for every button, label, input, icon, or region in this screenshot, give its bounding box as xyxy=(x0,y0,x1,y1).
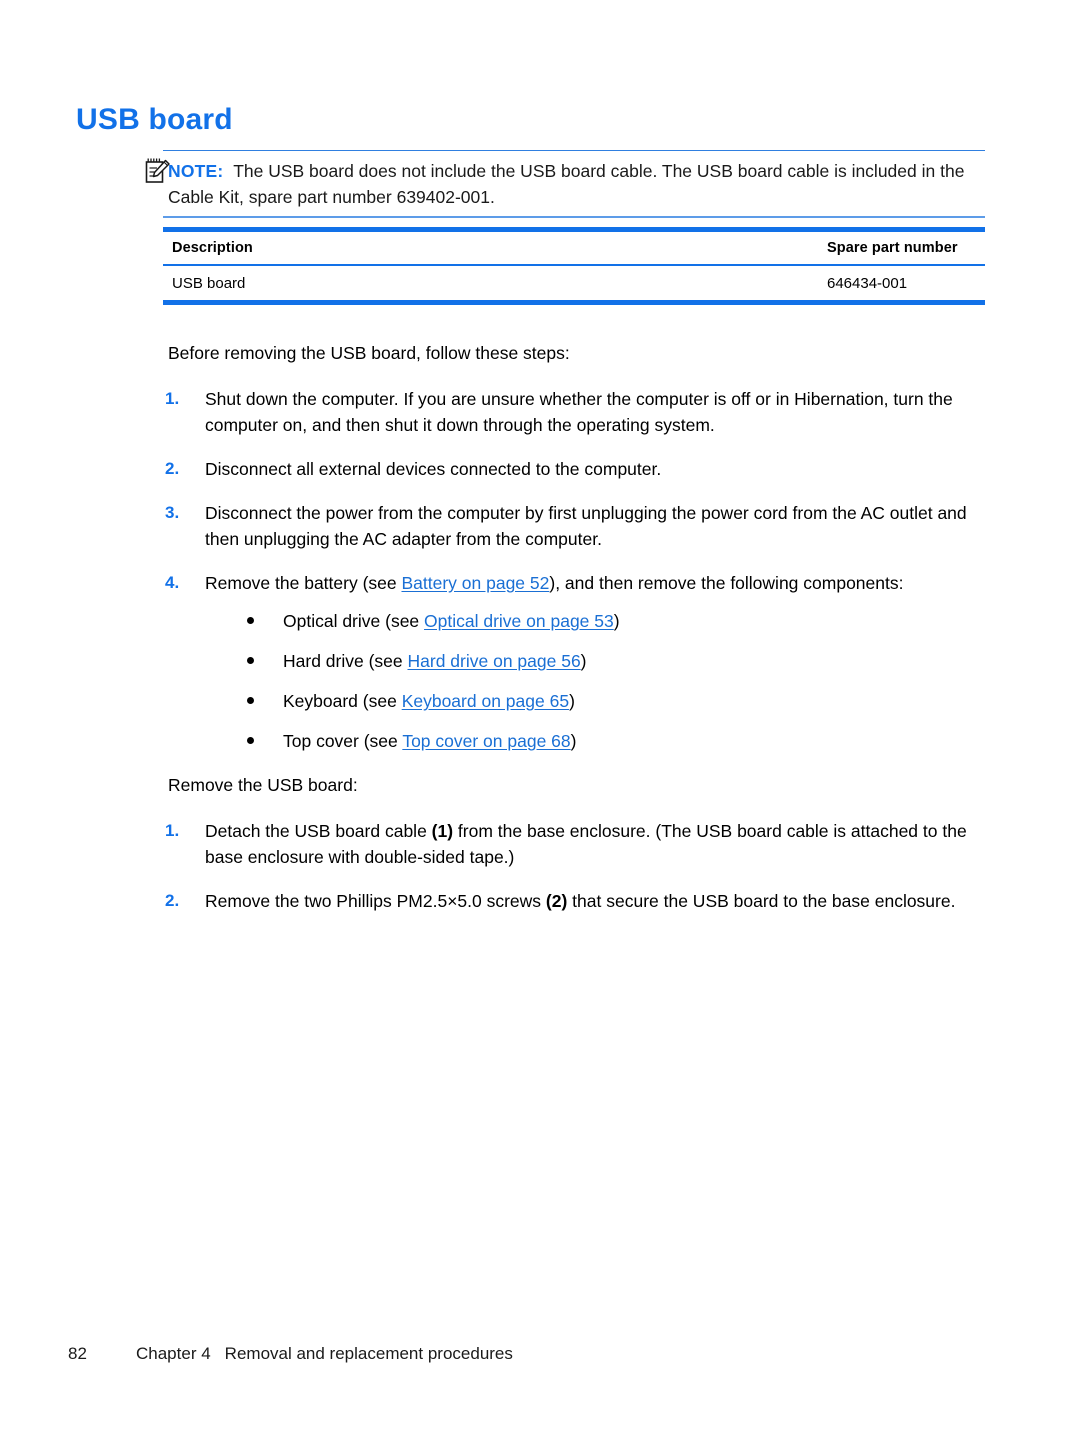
bullet-text-lead: Optical drive (see xyxy=(283,611,425,631)
remove-intro-paragraph: Remove the USB board: xyxy=(168,775,358,795)
step-number: 4. xyxy=(165,573,180,592)
bullet-dot-icon xyxy=(247,737,254,744)
bullet-text-tail: ) xyxy=(613,611,620,631)
body-content: Before removing the USB board, follow th… xyxy=(0,340,1080,932)
list-item: 1. Detach the USB board cable (1) from t… xyxy=(165,818,990,870)
list-item: 2. Disconnect all external devices conne… xyxy=(165,456,990,482)
step-number: 3. xyxy=(165,503,180,522)
xref-link-keyboard[interactable]: Keyboard on page 65 xyxy=(402,691,569,711)
bullet-text-lead: Keyboard (see xyxy=(283,691,402,711)
prerequisite-steps-list: 1. Shut down the computer. If you are un… xyxy=(0,386,1080,754)
bullet-text-tail: ) xyxy=(569,691,575,711)
xref-link-hard-drive[interactable]: Hard drive on page 56 xyxy=(408,651,581,671)
step-text: Shut down the computer. If you are unsur… xyxy=(205,389,953,435)
document-page: USB board NOTE: The USB board does not i… xyxy=(0,0,1080,1437)
list-item: 4. Remove the battery (see Battery on pa… xyxy=(165,570,990,754)
list-item: Top cover (see Top cover on page 68) xyxy=(247,728,990,754)
list-item: Hard drive (see Hard drive on page 56) xyxy=(247,648,990,674)
footer-title: Removal and replacement procedures xyxy=(224,1344,513,1363)
step-number: 2. xyxy=(165,891,180,910)
bullet-text-lead: Hard drive (see xyxy=(283,651,408,671)
table-bottom-rule xyxy=(163,300,985,305)
bullet-text-lead: Top cover (see xyxy=(283,731,403,751)
bullet-dot-icon xyxy=(247,617,254,624)
list-item: 2. Remove the two Phillips PM2.5×5.0 scr… xyxy=(165,888,990,914)
page-title: USB board xyxy=(76,103,233,136)
note-label: NOTE: xyxy=(168,161,224,182)
list-item: 3. Disconnect the power from the compute… xyxy=(165,500,990,552)
step-text-part1: Detach the USB board cable xyxy=(205,821,432,841)
column-header-spare-part-number: Spare part number xyxy=(827,240,958,256)
removal-steps-list: 1. Detach the USB board cable (1) from t… xyxy=(0,818,1080,914)
note-text: The USB board does not include the USB b… xyxy=(168,161,965,208)
component-bullet-list: Optical drive (see Optical drive on page… xyxy=(205,608,990,754)
callout-reference: (1) xyxy=(431,821,454,841)
xref-link-top-cover[interactable]: Top cover on page 68 xyxy=(402,731,570,751)
step-text-lead: Remove the battery (see xyxy=(205,573,402,593)
intro-paragraph: Before removing the USB board, follow th… xyxy=(168,343,570,363)
spare-part-table: Description Spare part number USB board … xyxy=(163,227,985,305)
bullet-text-tail: ) xyxy=(580,651,587,671)
bullet-dot-icon xyxy=(247,657,254,664)
step-number: 1. xyxy=(165,389,180,408)
callout-reference: (2) xyxy=(545,891,568,911)
note-pad-pencil-icon xyxy=(145,157,171,185)
table-header-row: Description Spare part number xyxy=(163,232,985,264)
footer-page-number: 82 xyxy=(68,1344,87,1363)
note-bottom-rule xyxy=(163,216,985,218)
note-admonition: NOTE: The USB board does not include the… xyxy=(145,150,985,218)
xref-link-battery[interactable]: Battery on page 52 xyxy=(401,573,549,593)
cell-description: USB board xyxy=(172,274,246,292)
list-item: 1. Shut down the computer. If you are un… xyxy=(165,386,990,438)
step-number: 2. xyxy=(165,459,180,478)
xref-link-optical-drive[interactable]: Optical drive on page 53 xyxy=(424,611,614,631)
column-header-description: Description xyxy=(172,240,253,256)
bullet-text-tail: ) xyxy=(570,731,577,751)
list-item: Keyboard (see Keyboard on page 65) xyxy=(247,688,990,714)
page-footer: 82 Chapter 4 Removal and replacement pro… xyxy=(68,1344,513,1364)
step-text-part2: that secure the USB board to the base en… xyxy=(567,891,956,911)
bullet-dot-icon xyxy=(247,697,254,704)
step-number: 1. xyxy=(165,821,180,840)
note-body: NOTE: The USB board does not include the… xyxy=(145,151,985,216)
table-row: USB board 646434-001 xyxy=(163,266,985,300)
list-item: Optical drive (see Optical drive on page… xyxy=(247,608,990,634)
step-text: Disconnect the power from the computer b… xyxy=(205,503,967,549)
step-text-part1: Remove the two Phillips PM2.5×5.0 screws xyxy=(205,891,546,911)
note-text-block: NOTE: The USB board does not include the… xyxy=(168,158,985,210)
step-text: Disconnect all external devices connecte… xyxy=(205,459,662,479)
footer-chapter: Chapter 4 xyxy=(136,1344,211,1363)
step-text-tail: ), and then remove the following compone… xyxy=(549,573,904,593)
cell-spare-part-number: 646434-001 xyxy=(827,274,908,292)
